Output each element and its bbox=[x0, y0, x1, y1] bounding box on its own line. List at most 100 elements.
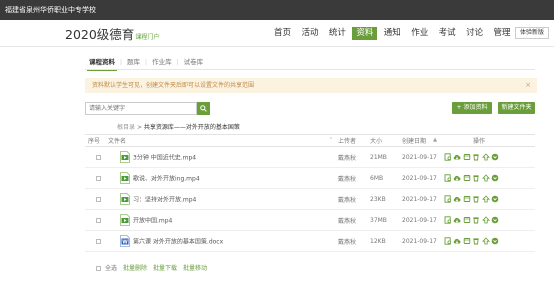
nav-activity[interactable]: 活动 bbox=[297, 27, 322, 40]
course-title: 2020级德育 bbox=[65, 27, 135, 42]
folder-move-icon[interactable] bbox=[463, 153, 471, 161]
row-checkbox[interactable] bbox=[96, 238, 101, 244]
trash-icon[interactable] bbox=[472, 216, 480, 224]
file-table: 序号 文件名 ⌃ 上传者 大小 创建日期 ▲ 操作 3分钟 中国近代史.mp4 戴燕秋… bbox=[85, 134, 535, 252]
move-down-icon[interactable] bbox=[491, 174, 499, 182]
nav-exam[interactable]: 考试 bbox=[435, 27, 460, 40]
batch-move-link[interactable]: 批量移动 bbox=[183, 265, 207, 272]
file-name-cell[interactable]: 习：坚持对外开放.mp4 bbox=[105, 188, 335, 210]
table-row: W 第六课 对外开放的基本国策.docx 戴燕秋 12KB 2021-09-17 bbox=[85, 230, 535, 252]
move-down-icon[interactable] bbox=[491, 195, 499, 203]
breadcrumb-root[interactable]: 根目录 bbox=[117, 124, 135, 131]
row-select-cell bbox=[85, 230, 105, 252]
table-header-row: 序号 文件名 ⌃ 上传者 大小 创建日期 ▲ 操作 bbox=[85, 134, 535, 147]
select-all-label[interactable]: 全选 bbox=[105, 265, 117, 272]
trash-icon[interactable] bbox=[472, 174, 480, 182]
download-icon[interactable] bbox=[453, 195, 461, 203]
row-select-cell bbox=[85, 188, 105, 210]
move-up-icon[interactable] bbox=[481, 195, 490, 203]
nav-home[interactable]: 首页 bbox=[270, 27, 295, 40]
sort-icon[interactable]: ⌃ bbox=[329, 137, 333, 143]
nav-statistics[interactable]: 统计 bbox=[325, 27, 350, 40]
file-name-cell[interactable]: 歌说、对外开放ing.mp4 bbox=[105, 167, 335, 189]
folder-move-icon[interactable] bbox=[463, 216, 471, 224]
school-name: 福建省泉州华侨职业中专学校 bbox=[5, 6, 96, 14]
search-button[interactable] bbox=[197, 102, 210, 115]
preview-icon[interactable] bbox=[444, 216, 452, 224]
move-up-icon[interactable] bbox=[481, 237, 490, 245]
tab-course-materials[interactable]: 课程资料 bbox=[85, 57, 119, 71]
move-up-icon[interactable] bbox=[481, 174, 490, 182]
move-down-icon[interactable] bbox=[491, 237, 499, 245]
breadcrumb-current: 共享资源库——对外开放的基本国策 bbox=[143, 124, 240, 131]
close-icon[interactable]: × bbox=[525, 78, 531, 93]
file-name[interactable]: 歌说、对外开放ing.mp4 bbox=[133, 176, 200, 183]
row-select-cell bbox=[85, 167, 105, 189]
row-operations bbox=[439, 188, 535, 210]
nav-notices[interactable]: 通知 bbox=[380, 27, 405, 40]
download-icon[interactable] bbox=[453, 174, 461, 182]
folder-move-icon[interactable] bbox=[463, 237, 471, 245]
preview-icon[interactable] bbox=[444, 237, 452, 245]
sort-asc-icon[interactable]: ▲ bbox=[433, 137, 437, 143]
nav-manage[interactable]: 管理 bbox=[490, 27, 515, 40]
preview-icon[interactable] bbox=[444, 174, 452, 182]
preview-icon[interactable] bbox=[444, 153, 452, 161]
file-size: 37MB bbox=[367, 209, 399, 231]
header-size: 大小 bbox=[367, 134, 399, 147]
nav-homework[interactable]: 作业 bbox=[407, 27, 432, 40]
row-checkbox[interactable] bbox=[96, 154, 101, 160]
try-new-version-button[interactable]: 体验新版 bbox=[515, 27, 549, 39]
file-name-cell[interactable]: 开放中国.mp4 bbox=[105, 209, 335, 231]
header-seq: 序号 bbox=[85, 134, 105, 147]
header-filename[interactable]: 文件名 ⌃ bbox=[105, 134, 335, 147]
tab-separator: | bbox=[145, 59, 148, 66]
download-icon[interactable] bbox=[453, 153, 461, 161]
created-date: 2021-09-17 bbox=[399, 146, 439, 168]
tab-question-bank[interactable]: 题库 bbox=[123, 57, 144, 68]
preview-icon[interactable] bbox=[444, 195, 452, 203]
file-name[interactable]: 第六课 对外开放的基本国策.docx bbox=[133, 239, 223, 246]
download-icon[interactable] bbox=[453, 237, 461, 245]
header-date[interactable]: 创建日期 ▲ bbox=[399, 134, 439, 147]
file-name-cell[interactable]: 3分钟 中国近代史.mp4 bbox=[105, 146, 335, 168]
trash-icon[interactable] bbox=[472, 153, 480, 161]
table-row: 习：坚持对外开放.mp4 戴燕秋 23KB 2021-09-17 bbox=[85, 188, 535, 210]
word-file-icon: W bbox=[120, 235, 130, 247]
move-up-icon[interactable] bbox=[481, 153, 490, 161]
file-name[interactable]: 开放中国.mp4 bbox=[133, 218, 172, 225]
new-folder-button[interactable]: 新建文件夹 bbox=[498, 102, 535, 114]
move-down-icon[interactable] bbox=[491, 216, 499, 224]
move-down-icon[interactable] bbox=[491, 153, 499, 161]
nav-discussion[interactable]: 讨论 bbox=[462, 27, 487, 40]
tab-paper-bank[interactable]: 试卷库 bbox=[180, 57, 208, 68]
file-size: 12KB bbox=[367, 230, 399, 252]
video-file-icon bbox=[120, 214, 130, 226]
batch-delete-link[interactable]: 批量删除 bbox=[123, 265, 147, 272]
trash-icon[interactable] bbox=[472, 195, 480, 203]
add-material-button[interactable]: + 添加资料 bbox=[452, 102, 492, 114]
uploader: 戴燕秋 bbox=[335, 230, 367, 252]
download-icon[interactable] bbox=[453, 216, 461, 224]
uploader: 戴燕秋 bbox=[335, 146, 367, 168]
search-input[interactable] bbox=[85, 102, 197, 115]
nav-materials[interactable]: 资料 bbox=[352, 27, 378, 40]
row-select-cell bbox=[85, 146, 105, 168]
folder-move-icon[interactable] bbox=[463, 174, 471, 182]
file-name[interactable]: 习：坚持对外开放.mp4 bbox=[133, 197, 196, 204]
course-brand[interactable]: 2020级德育课程门户 bbox=[65, 24, 159, 43]
table-row: 歌说、对外开放ing.mp4 戴燕秋 6MB 2021-09-17 bbox=[85, 167, 535, 189]
row-checkbox[interactable] bbox=[96, 175, 101, 181]
tab-homework-bank[interactable]: 作业库 bbox=[148, 57, 176, 68]
batch-download-link[interactable]: 批量下载 bbox=[153, 265, 177, 272]
row-checkbox[interactable] bbox=[96, 196, 101, 202]
folder-move-icon[interactable] bbox=[463, 195, 471, 203]
row-operations bbox=[439, 230, 535, 252]
file-name-cell[interactable]: W 第六课 对外开放的基本国策.docx bbox=[105, 230, 335, 252]
row-operations bbox=[439, 146, 535, 168]
trash-icon[interactable] bbox=[472, 237, 480, 245]
select-all-checkbox[interactable] bbox=[96, 266, 101, 271]
move-up-icon[interactable] bbox=[481, 216, 490, 224]
file-name[interactable]: 3分钟 中国近代史.mp4 bbox=[133, 155, 196, 162]
row-checkbox[interactable] bbox=[96, 217, 101, 223]
